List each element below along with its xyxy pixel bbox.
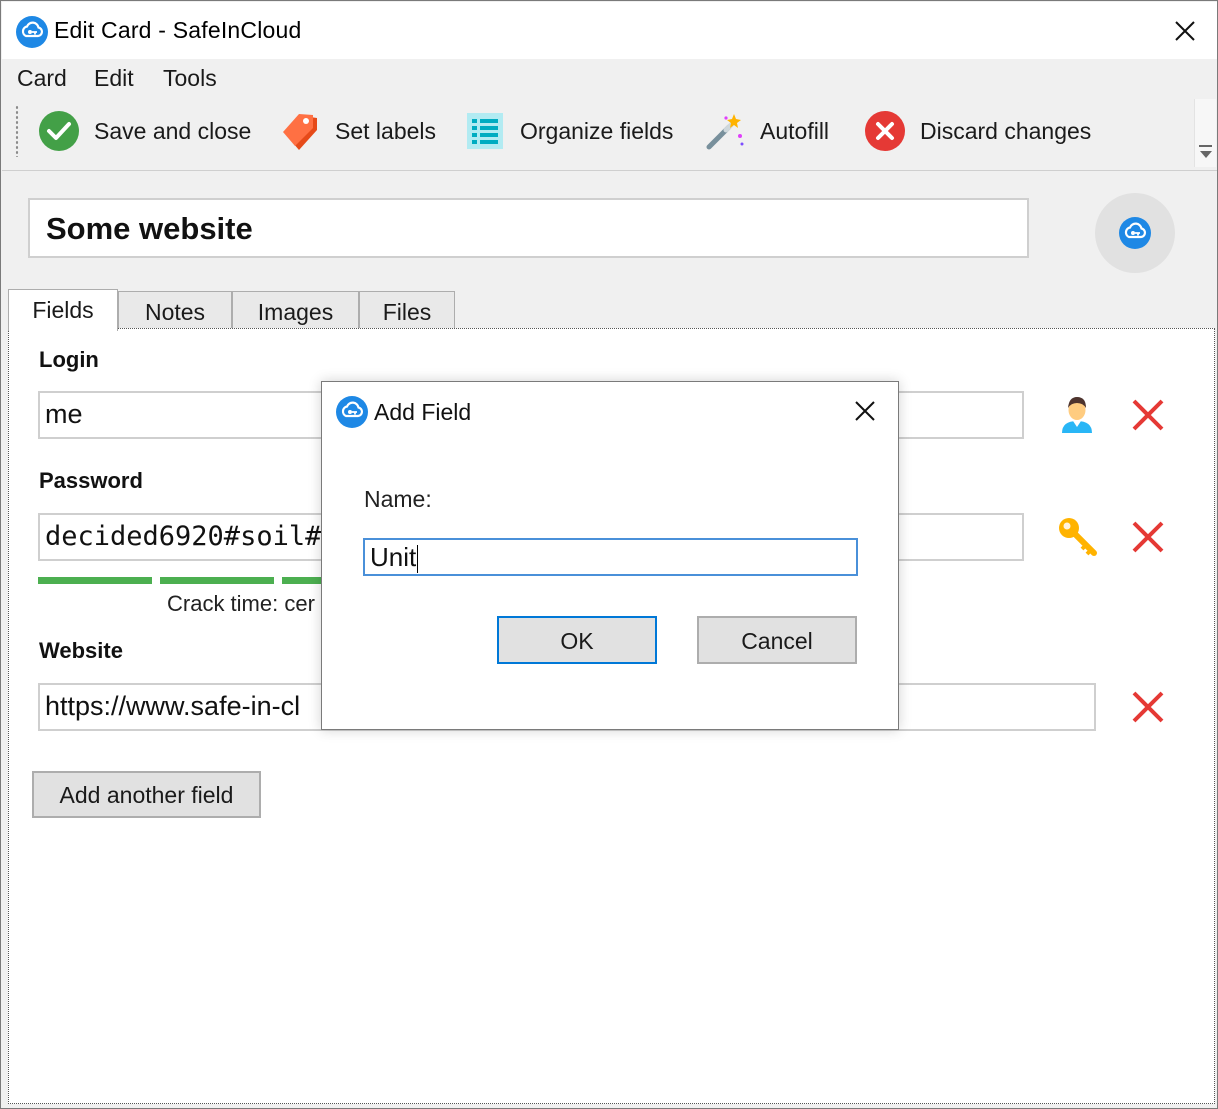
toolbar-grip[interactable]	[15, 105, 19, 157]
tab-fields[interactable]: Fields	[8, 289, 118, 331]
password-strength-bar	[160, 577, 274, 584]
discard-changes-label: Discard changes	[920, 117, 1092, 144]
tab-notes[interactable]: Notes	[118, 291, 232, 329]
organize-fields-label: Organize fields	[520, 117, 674, 144]
set-labels-button[interactable]: Set labels	[279, 109, 436, 153]
delete-password-icon[interactable]	[1130, 519, 1166, 555]
user-icon[interactable]	[1056, 393, 1098, 435]
menu-tools[interactable]: Tools	[163, 65, 217, 92]
card-icon-button[interactable]	[1095, 193, 1175, 273]
window-title: Edit Card - SafeInCloud	[54, 17, 302, 43]
organize-fields-button[interactable]: Organize fields	[464, 109, 673, 153]
tag-icon	[279, 110, 321, 152]
tab-images[interactable]: Images	[232, 291, 359, 329]
discard-icon	[864, 110, 906, 152]
add-another-field-button[interactable]: Add another field	[32, 771, 261, 818]
field-name-input[interactable]: Unit	[363, 538, 858, 576]
password-strength-bar	[38, 577, 152, 584]
add-field-dialog: Add Field Name: Unit OK Cancel	[321, 381, 899, 730]
card-title-input[interactable]: Some website	[28, 198, 1029, 258]
title-bar: Edit Card - SafeInCloud	[2, 2, 1217, 59]
safeincloud-card-icon	[1119, 217, 1151, 249]
tab-files[interactable]: Files	[359, 291, 455, 329]
save-and-close-label: Save and close	[94, 117, 252, 144]
check-icon	[38, 110, 80, 152]
key-icon[interactable]	[1056, 515, 1098, 557]
chevron-down-icon	[1200, 151, 1212, 158]
save-and-close-button[interactable]: Save and close	[38, 109, 251, 153]
cancel-button[interactable]: Cancel	[697, 616, 857, 664]
field-name-label: Name:	[364, 486, 432, 512]
safeincloud-logo-icon	[336, 396, 368, 428]
set-labels-label: Set labels	[335, 117, 437, 144]
safeincloud-logo-icon	[16, 16, 48, 48]
crack-time-text: Crack time: cer	[167, 591, 315, 616]
magic-wand-icon	[704, 110, 746, 152]
text-caret	[417, 545, 419, 574]
website-label: Website	[39, 638, 123, 663]
delete-login-icon[interactable]	[1130, 397, 1166, 433]
discard-changes-button[interactable]: Discard changes	[864, 109, 1091, 153]
autofill-button[interactable]: Autofill	[704, 109, 829, 153]
field-name-value: Unit	[370, 542, 417, 572]
toolbar-overflow-button[interactable]	[1194, 99, 1216, 167]
login-label: Login	[39, 347, 99, 372]
password-label: Password	[39, 468, 143, 493]
close-icon[interactable]	[852, 398, 878, 424]
toolbar: Save and close Set labels Organize field…	[2, 99, 1217, 171]
overflow-bar-icon	[1199, 145, 1212, 147]
menu-bar: Card Edit Tools	[2, 59, 1217, 99]
edit-card-window: Edit Card - SafeInCloud Card Edit Tools …	[0, 0, 1218, 1109]
ok-button[interactable]: OK	[497, 616, 657, 664]
close-icon[interactable]	[1170, 16, 1200, 46]
dialog-title: Add Field	[374, 399, 472, 425]
list-icon	[464, 110, 506, 152]
menu-card[interactable]: Card	[17, 65, 67, 92]
autofill-label: Autofill	[760, 117, 830, 144]
delete-website-icon[interactable]	[1130, 689, 1166, 725]
menu-edit[interactable]: Edit	[94, 65, 134, 92]
